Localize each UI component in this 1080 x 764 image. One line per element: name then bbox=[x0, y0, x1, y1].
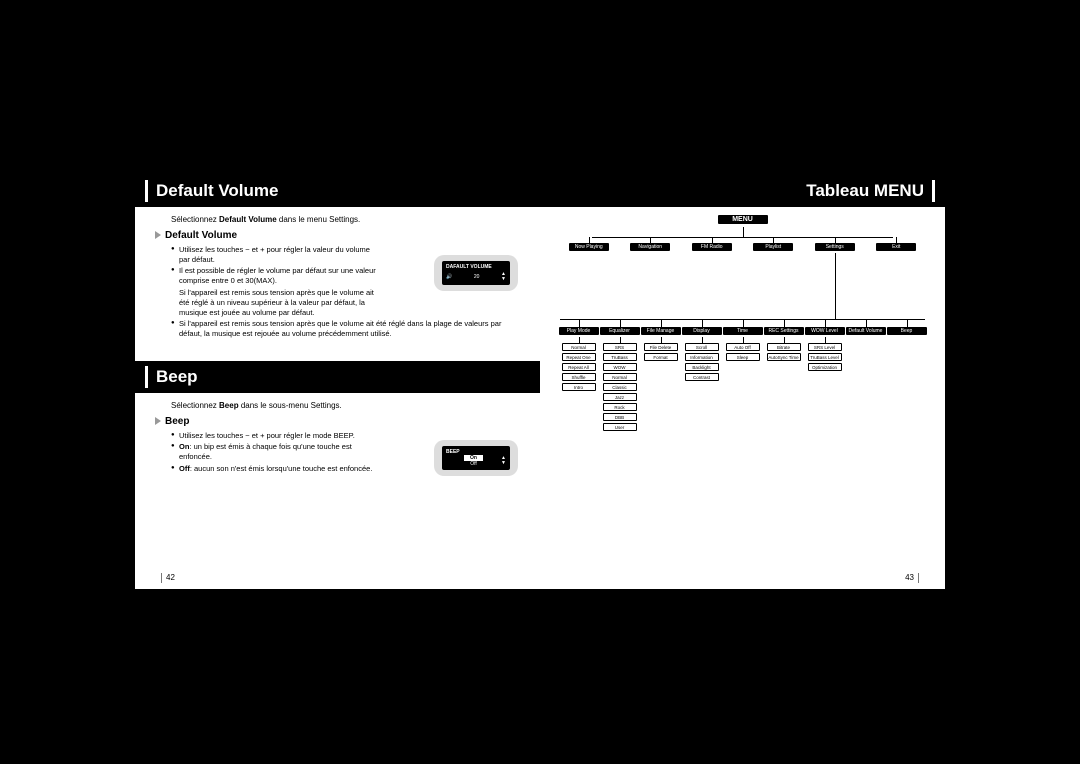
device-screen: DAFAULT VOLUME 🔊 20 ▲▼ bbox=[442, 261, 510, 285]
tree-node-time: Time bbox=[723, 327, 763, 335]
tree-leaf: TruBass bbox=[603, 353, 637, 361]
tree-leaf: Scroll bbox=[685, 343, 719, 351]
tree-node-playlist: Playlist bbox=[753, 243, 793, 251]
tree-leaf: Jazz bbox=[603, 393, 637, 401]
tree-leaf: Information bbox=[685, 353, 719, 361]
tree-leaf: Auto Off bbox=[726, 343, 760, 351]
tree-leaf: SRS Level bbox=[808, 343, 842, 351]
intro-text-2: dans le sous-menu Settings. bbox=[239, 401, 342, 410]
subheading-default-volume: Default Volume bbox=[155, 230, 522, 241]
page-left: Default Volume Sélectionnez Default Volu… bbox=[135, 175, 540, 589]
chevron-up-down-icon: ▲▼ bbox=[501, 456, 506, 466]
tree-leaf: Backlight bbox=[685, 363, 719, 371]
bullet: On: un bip est émis à chaque fois qu'une… bbox=[171, 442, 381, 462]
tree-node-wow-level: WOW Level bbox=[805, 327, 845, 335]
bullets-beep: Utilisez les touches − et + pour régler … bbox=[171, 431, 381, 474]
page-right: Tableau MENU MENU Now Playing Navigation F… bbox=[540, 175, 945, 589]
tree-node-play-mode: Play Mode bbox=[559, 327, 599, 335]
tree-leaf: Sleep bbox=[726, 353, 760, 361]
screen-title: DAFAULT VOLUME bbox=[446, 264, 506, 270]
bullet: Il est possible de régler le volume par … bbox=[171, 266, 381, 318]
header-tableau-menu: Tableau MENU bbox=[540, 175, 945, 207]
option: Off bbox=[446, 461, 501, 467]
chevron-up-down-icon: ▲▼ bbox=[501, 272, 506, 282]
tree-node-navigation: Navigation bbox=[630, 243, 670, 251]
page-number-left: 42 bbox=[157, 573, 175, 583]
header-beep: Beep bbox=[135, 361, 540, 393]
triangle-icon bbox=[155, 231, 161, 239]
bold: Off bbox=[179, 464, 190, 473]
header-accent bbox=[932, 180, 935, 202]
tree-node-fm-radio: FM Radio bbox=[692, 243, 732, 251]
bullet: Utilisez les touches − et + pour régler … bbox=[171, 431, 381, 441]
tree-node-file-manage: File Manage bbox=[641, 327, 681, 335]
tree-leaf: Format bbox=[644, 353, 678, 361]
tree-leaf: File Delete bbox=[644, 343, 678, 351]
txt: : aucun son n'est émis lorsqu'une touche… bbox=[190, 464, 373, 473]
tree-node-equalizer: Equalizer bbox=[600, 327, 640, 335]
intro-bold: Beep bbox=[219, 401, 239, 410]
intro-text: Sélectionnez bbox=[171, 215, 219, 224]
tree-leaf: SRS bbox=[603, 343, 637, 351]
intro-text-2: dans le menu Settings. bbox=[277, 215, 361, 224]
tree-leaf: Optimization bbox=[808, 363, 842, 371]
bullet: Si l'appareil est remis sous tension apr… bbox=[171, 319, 521, 339]
page-number-right: 43 bbox=[905, 573, 923, 583]
device-screen: BEEP On Off ▲▼ bbox=[442, 446, 510, 470]
header-accent bbox=[145, 180, 148, 202]
sub-label: Default Volume bbox=[165, 230, 237, 241]
intro-text: Sélectionnez bbox=[171, 401, 219, 410]
tree-node-exit: Exit bbox=[876, 243, 916, 251]
bullet: Utilisez les touches − et + pour régler … bbox=[171, 245, 381, 265]
bullet: Off: aucun son n'est émis lorsqu'une tou… bbox=[171, 464, 381, 474]
menu-tree: MENU Now Playing Navigation FM Radio Playli… bbox=[558, 215, 927, 555]
tree-leaf: TruBass Level bbox=[808, 353, 842, 361]
intro-default-volume: Sélectionnez Default Volume dans le menu… bbox=[171, 215, 522, 224]
triangle-icon bbox=[155, 417, 161, 425]
tree-leaf: Intro bbox=[562, 383, 596, 391]
tree-leaf: Repeat All bbox=[562, 363, 596, 371]
device-beep: BEEP On Off ▲▼ bbox=[434, 440, 518, 476]
tree-leaf: Rock bbox=[603, 403, 637, 411]
bullet-sub: Si l'appareil est remis sous tension apr… bbox=[179, 288, 381, 318]
header-title-1: Default Volume bbox=[156, 181, 278, 201]
tree-node-display: Display bbox=[682, 327, 722, 335]
header-title: Tableau MENU bbox=[806, 181, 924, 201]
header-accent bbox=[145, 366, 148, 388]
tree-node-beep: Beep bbox=[887, 327, 927, 335]
tree-leaf: AutoSync Time bbox=[767, 353, 801, 361]
intro-bold: Default Volume bbox=[219, 215, 277, 224]
header-title-2: Beep bbox=[156, 367, 198, 387]
txt: : un bip est émis à chaque fois qu'une t… bbox=[179, 442, 352, 461]
tree-node-rec-settings: REC Settings bbox=[764, 327, 804, 335]
tree-root: MENU bbox=[718, 215, 768, 224]
device-default-volume: DAFAULT VOLUME 🔊 20 ▲▼ bbox=[434, 255, 518, 291]
bullet-text: Il est possible de régler le volume par … bbox=[179, 266, 376, 285]
speaker-icon: 🔊 bbox=[446, 274, 452, 280]
tree-leaf: WOW bbox=[603, 363, 637, 371]
tree-leaf: Normal bbox=[562, 343, 596, 351]
tree-leaf: Contrast bbox=[685, 373, 719, 381]
tree-node-settings: Settings bbox=[815, 243, 855, 251]
manual-spread: Default Volume Sélectionnez Default Volu… bbox=[135, 175, 945, 589]
sub-label: Beep bbox=[165, 416, 189, 427]
tree-node-default-volume: Default Volume bbox=[846, 327, 886, 335]
header-default-volume: Default Volume bbox=[135, 175, 540, 207]
tree-leaf: User bbox=[603, 423, 637, 431]
tree-leaf: Classic bbox=[603, 383, 637, 391]
tree-leaf: Shuffle bbox=[562, 373, 596, 381]
subheading-beep: Beep bbox=[155, 416, 522, 427]
tree-leaf: Bitrate bbox=[767, 343, 801, 351]
tree-leaf: Repeat One bbox=[562, 353, 596, 361]
tree-leaf: DBB bbox=[603, 413, 637, 421]
pn: 42 bbox=[166, 573, 175, 582]
intro-beep: Sélectionnez Beep dans le sous-menu Sett… bbox=[171, 401, 522, 410]
bold: On bbox=[179, 442, 189, 451]
tree-leaf: Normal bbox=[603, 373, 637, 381]
pn: 43 bbox=[905, 573, 914, 582]
screen-value: 20 bbox=[474, 274, 480, 280]
tree-node-now-playing: Now Playing bbox=[569, 243, 609, 251]
bullets-default-volume: Utilisez les touches − et + pour régler … bbox=[171, 245, 381, 339]
